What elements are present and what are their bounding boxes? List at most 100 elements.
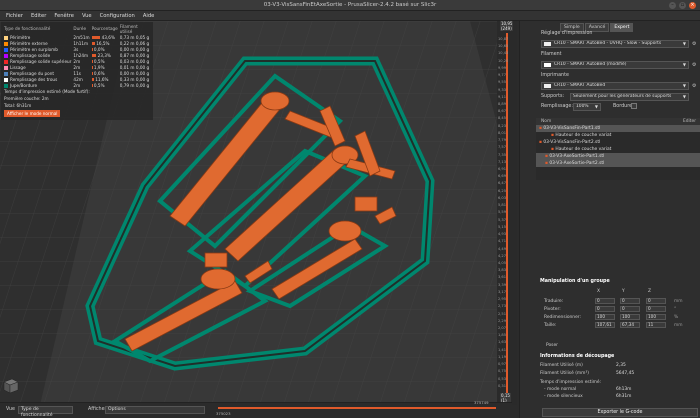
- object-list-item[interactable]: ▪ Hauteur de couche variat: [536, 146, 700, 153]
- settings-gear-icon[interactable]: ⚙: [692, 83, 696, 89]
- x-value-field[interactable]: 100: [595, 314, 615, 320]
- printer-value: CR10 - SMART AutoBed: [554, 83, 606, 88]
- filament-select[interactable]: CR10 - SMART AutoBed (modifié) ▼: [541, 61, 689, 69]
- unit-label: %: [674, 315, 679, 320]
- object-icon: ▪: [539, 126, 542, 131]
- feature-legend: Type de fonctionnalité Durée Pourcentage…: [1, 22, 153, 120]
- layer-tick-label: 4,93: [498, 232, 507, 237]
- feature-color-swatch: [4, 65, 8, 70]
- layer-tick-label: 4,49: [498, 246, 507, 251]
- y-value-field[interactable]: 0: [620, 306, 640, 312]
- object-list-item[interactable]: ▪ 03-V3-VisSansFin-Part2.stl: [536, 139, 700, 146]
- x-value-field[interactable]: 107,61: [595, 322, 615, 328]
- percent-bar: [91, 36, 101, 39]
- layer-tick-label: 0,75: [498, 369, 507, 374]
- z-value-field[interactable]: 0: [646, 306, 666, 312]
- minimize-button[interactable]: –: [669, 2, 676, 9]
- object-list[interactable]: Nom Editer ▪ 03-V3-VisSansFin-Part1.stl ▪…: [536, 118, 700, 180]
- normal-mode-value: 6h13m: [616, 387, 632, 392]
- menu-configuration[interactable]: Configuration: [97, 11, 138, 20]
- axis-x-label: X: [597, 289, 601, 294]
- printer-select[interactable]: CR10 - SMART AutoBed ▼: [541, 82, 689, 90]
- layer-tick-label: 6,03: [498, 195, 507, 200]
- z-value-field[interactable]: 0: [646, 298, 666, 304]
- layer-slider-track[interactable]: [506, 33, 508, 399]
- layer-tick-label: 5,59: [498, 210, 507, 215]
- layer-tick-label: 1,85: [498, 333, 507, 338]
- x-value-field[interactable]: 0: [595, 298, 615, 304]
- legend-print-time-label: Temps d'impression estimé (Mode furtif):: [4, 89, 90, 94]
- layer-slider-top-knob[interactable]: 10,95 (249): [500, 21, 514, 31]
- menu-editer[interactable]: Editer: [28, 11, 49, 20]
- settings-gear-icon[interactable]: ⚙: [692, 41, 696, 47]
- manipulation-label: Pivoter:: [544, 307, 561, 312]
- move-slider-track[interactable]: [218, 407, 496, 409]
- y-value-field[interactable]: 100: [620, 314, 640, 320]
- menu-aide[interactable]: Aide: [140, 11, 157, 20]
- legend-row[interactable]: Lissage 2m 1,9% 0,01 m 0,00 g: [3, 64, 151, 70]
- z-value-field[interactable]: 11: [646, 322, 666, 328]
- close-button[interactable]: ×: [689, 2, 696, 9]
- view-type-select[interactable]: Type de fonctionnalité: [18, 406, 73, 418]
- legend-row[interactable]: Remplissage du pont 11s 0,6% 0,00 m 0,00 g: [3, 70, 151, 76]
- object-name: 03-V3-AxeSortie-Part1.stl: [549, 154, 605, 159]
- group-manipulation-title: Manipulation d'un groupe: [540, 279, 610, 284]
- layer-tick-label: 3,61: [498, 275, 507, 280]
- window-controls: – ▫ ×: [669, 2, 696, 9]
- object-name: 03-V3-VisSansFin-Part2.stl: [543, 140, 601, 145]
- object-list-item[interactable]: ▪ Hauteur de couche variat: [536, 132, 700, 139]
- legend-feature-filament: 0,22 m 0,06 g: [119, 40, 150, 46]
- z-value-field[interactable]: 100: [646, 314, 666, 320]
- brim-checkbox[interactable]: [631, 103, 637, 109]
- manipulation-row: Traduire: 0 0 0 mm: [540, 298, 690, 306]
- move-slider[interactable]: 375023 375749: [212, 400, 502, 418]
- legend-feature-filament: 0,87 m 0,00 g: [119, 52, 150, 58]
- object-name: 03-V3-AxeSortie-Part2.stl: [549, 161, 605, 166]
- object-list-item[interactable]: ▪ 03-V3-VisSansFin-Part1.stl: [536, 125, 700, 132]
- view-cube-icon[interactable]: [2, 377, 20, 394]
- menu-vue[interactable]: Vue: [79, 11, 95, 20]
- legend-row[interactable]: Périmètre 2m51m 43,6% 0,73 m 0,05 g: [3, 34, 151, 40]
- legend-feature-filament: 0,33 m 0,00 g: [119, 76, 150, 82]
- infill-select[interactable]: 100% ▼: [573, 103, 601, 111]
- show-normal-mode-button[interactable]: Afficher le mode normal: [4, 110, 61, 117]
- y-value-field[interactable]: 0: [620, 298, 640, 304]
- legend-row[interactable]: Jupe/Bordure 2m 0,5% 0,79 m 0,00 g: [3, 82, 151, 88]
- legend-row[interactable]: Remplissage solide supérieur 2m 0,5% 0,03 …: [3, 58, 151, 64]
- y-value-field[interactable]: 67,34: [620, 322, 640, 328]
- drop-to-bed-label[interactable]: Poser: [546, 343, 558, 348]
- move-slider-right-value: 375749: [474, 400, 489, 405]
- title-bar: 03-V3-VisSansFinEtAxeSortie - PrusaSlice…: [0, 0, 700, 11]
- layer-tick-label: 9,99: [498, 65, 507, 70]
- layer-tick-label: 1,63: [498, 340, 507, 345]
- first-layer-value: 2m: [41, 96, 49, 101]
- supports-select[interactable]: Seulement pour les générateurs de suppor…: [570, 93, 689, 101]
- feature-color-swatch: [4, 71, 8, 76]
- export-gcode-button[interactable]: Exporter le G-code: [542, 408, 698, 417]
- legend-row[interactable]: Remplissage solide 1h24m 23,3% 0,87 m 0,00…: [3, 52, 151, 58]
- legend-row[interactable]: Périmètre en surplomb 3s 0,0% 0,00 m 0,00 …: [3, 46, 151, 52]
- layer-slider[interactable]: 10,87 10,65 10,43 10,20 9,99 9,77 9,55 9,33 9,11…: [497, 21, 517, 405]
- layer-tick-label: 2,95: [498, 297, 507, 302]
- menu-fenetre[interactable]: Fenêtre: [51, 11, 77, 20]
- x-value-field[interactable]: 0: [595, 306, 615, 312]
- show-options-select[interactable]: Options: [105, 406, 205, 414]
- legend-row[interactable]: Périmètre externe 1h11m 16,5% 0,22 m 0,06 …: [3, 40, 151, 46]
- manipulation-row: Pivoter: 0 0 0 °: [540, 306, 690, 314]
- layer-tick-label: 9,33: [498, 87, 507, 92]
- layer-tick-label: 10,20: [498, 58, 509, 63]
- menu-fichier[interactable]: Fichier: [3, 11, 26, 20]
- object-list-item[interactable]: ▪ 03-V3-AxeSortie-Part1.stl: [536, 153, 700, 160]
- maximize-button[interactable]: ▫: [679, 2, 686, 9]
- layer-tick-label: 9,77: [498, 73, 507, 78]
- feature-color-swatch: [4, 77, 8, 82]
- tab-expert[interactable]: Expert: [610, 23, 634, 32]
- layer-tick-label: 8,45: [498, 116, 507, 121]
- object-list-item[interactable]: ▪ 03-V3-AxeSortie-Part2.stl: [536, 160, 700, 167]
- print-settings-select[interactable]: CR10 - SMART AutoBed - UVHQ - Slow - Sup…: [541, 40, 689, 48]
- chevron-down-icon: ▼: [594, 104, 598, 109]
- settings-gear-icon[interactable]: ⚙: [692, 62, 696, 68]
- filament-used-m-value: 2,35: [616, 363, 626, 368]
- object-name: Hauteur de couche variat: [555, 147, 612, 152]
- legend-row[interactable]: Remplissage des trous 42m 11,6% 0,33 m 0,0…: [3, 76, 151, 82]
